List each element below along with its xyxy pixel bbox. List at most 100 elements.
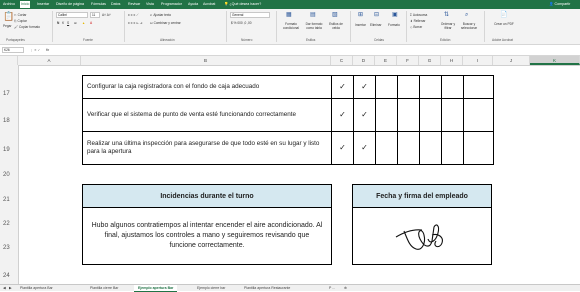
checkmark-c[interactable]: ✓ [331,131,354,165]
format-painter-button[interactable]: 🖌 Copiar formato [14,25,40,29]
empty-cell[interactable] [463,131,494,165]
tab-datos[interactable]: Datos [110,1,121,8]
row-header-23[interactable]: 23 [0,245,18,251]
align-top-icons[interactable]: ≡ ≡ ≡ ⟋ [128,13,138,17]
empty-cell[interactable] [419,131,442,165]
sort-filter-label[interactable]: Ordenar y filtrar [438,22,458,30]
tab-inicio[interactable]: Inicio [20,1,31,8]
empty-cell[interactable] [419,75,442,99]
bold-button[interactable]: N [57,21,59,25]
column-header-a[interactable]: A [18,56,81,65]
tab-ayuda[interactable]: Ayuda [187,1,199,8]
tab-vista[interactable]: Vista [145,1,155,8]
clear-button[interactable]: ◇ Borrar [410,25,422,29]
checkmark-c[interactable]: ✓ [331,98,354,132]
checkmark-d[interactable]: ✓ [353,75,376,99]
checkmark-c[interactable]: ✓ [331,75,354,99]
paste-icon[interactable]: 📋 [3,12,14,21]
empty-cell[interactable] [463,75,494,99]
column-header-b[interactable]: B [81,56,331,65]
format-table-label[interactable]: Dar formato como tabla [303,22,325,30]
fx-icon[interactable]: fx [46,47,49,52]
cut-button[interactable]: ✂ Cortar [14,13,26,17]
row-header-20[interactable]: 20 [0,172,18,178]
empty-cell[interactable] [375,131,398,165]
conditional-format-icon[interactable]: ▦ [286,12,292,18]
row-header-17[interactable]: 17 [0,91,18,97]
font-name-select[interactable]: Calibri [56,12,88,18]
task-cell[interactable]: Realizar una última inspección para aseg… [82,131,332,165]
italic-button[interactable]: K [62,21,64,25]
column-header-c[interactable]: C [331,56,353,65]
column-header-i[interactable]: I [463,56,493,65]
sheet-tab[interactable]: Plantilla apertura Restaurante [240,285,294,291]
find-select-label[interactable]: Buscar y seleccionar [458,22,480,30]
font-color-icon[interactable]: A [90,21,92,25]
tab-revisar[interactable]: Revisar [127,1,141,8]
sheet-tab[interactable]: Plantilla cierre Bar [86,285,122,291]
column-header-g[interactable]: G [419,56,441,65]
tab-diseno[interactable]: Diseño de página [55,1,85,8]
find-select-icon[interactable]: ⌕ [465,12,468,18]
column-header-k[interactable]: K [530,56,580,65]
row-header-21[interactable]: 21 [0,197,18,203]
empty-cell[interactable] [397,75,420,99]
format-table-icon[interactable]: ▤ [310,12,316,18]
cell-styles-icon[interactable]: ▧ [332,12,338,18]
column-header-j[interactable]: J [493,56,530,65]
row-header-24[interactable]: 24 [0,273,18,279]
tab-acrobat[interactable]: Acrobat [202,1,216,8]
column-header-h[interactable]: H [441,56,463,65]
formula-buttons[interactable]: ⋮ ✕ ✓ [30,48,40,52]
empty-cell[interactable] [419,98,442,132]
font-size-select[interactable]: 11 [90,12,100,18]
sheet-tab[interactable]: P ... [325,285,339,291]
select-all-corner[interactable] [0,56,18,65]
signature-box[interactable] [352,207,492,265]
delete-cells-label[interactable]: Eliminar [370,23,382,27]
conditional-format-label[interactable]: Formato condicional [280,22,302,30]
wrap-text-button[interactable]: ↵ Ajustar texto [150,13,171,17]
task-cell[interactable]: Verificar que el sistema de punto de ven… [82,98,332,132]
sheet-tab[interactable]: Plantilla apertura Bar [16,285,57,291]
borders-icon[interactable]: ⊞ [74,21,77,25]
sort-filter-icon[interactable]: ⇅ [444,12,449,18]
align-left-icons[interactable]: ≡ ≡ ≡ ⇤ ⇥ [128,21,142,25]
insert-cells-icon[interactable]: ⊞ [358,12,363,18]
merge-center-button[interactable]: ⊟ Combinar y centrar [150,21,181,25]
empty-cell[interactable] [375,98,398,132]
fill-color-icon[interactable]: ▲ [82,21,85,25]
row-header-18[interactable]: 18 [0,118,18,124]
cell-styles-label[interactable]: Estilos de celda [327,22,345,30]
name-box[interactable]: K26 [2,47,24,53]
sheet-tab[interactable]: Ejemplo cierre bar [193,285,229,291]
delete-cells-icon[interactable]: ⊟ [374,12,379,18]
column-header-f[interactable]: F [397,56,419,65]
column-header-d[interactable]: D [353,56,375,65]
tab-insertar[interactable]: Insertar [36,1,50,8]
tell-me-search[interactable]: 💡 ¿Qué desea hacer? [223,1,262,8]
empty-cell[interactable] [441,98,464,132]
add-sheet-icon[interactable]: ⊕ [340,285,351,291]
number-format-select[interactable]: General [230,12,270,18]
underline-button[interactable]: S [67,21,69,25]
tab-formulas[interactable]: Fórmulas [90,1,107,8]
insert-cells-label[interactable]: Insertar [355,23,366,27]
share-button[interactable]: 👤 Compartir [548,1,571,8]
sheet-scroll-right-icon[interactable]: ▶ [8,285,13,291]
column-header-e[interactable]: E [375,56,397,65]
sheet-scroll-left-icon[interactable]: ◀ [2,285,7,291]
row-header-19[interactable]: 19 [0,147,18,153]
font-size-buttons[interactable]: A˄ A˅ [102,13,111,17]
autosum-button[interactable]: Σ Autosuma [410,13,427,17]
number-format-buttons[interactable]: $ % 000 ,0 ,00 [231,21,252,25]
empty-cell[interactable] [375,75,398,99]
empty-cell[interactable] [397,131,420,165]
tab-programador[interactable]: Programador [160,1,183,8]
checkmark-d[interactable]: ✓ [353,131,376,165]
checkmark-d[interactable]: ✓ [353,98,376,132]
tab-archivo[interactable]: Archivo [2,1,16,8]
fill-button[interactable]: ⬇ Rellenar [410,19,425,23]
empty-cell[interactable] [397,98,420,132]
pdf-icon[interactable]: 📄 [500,12,507,18]
